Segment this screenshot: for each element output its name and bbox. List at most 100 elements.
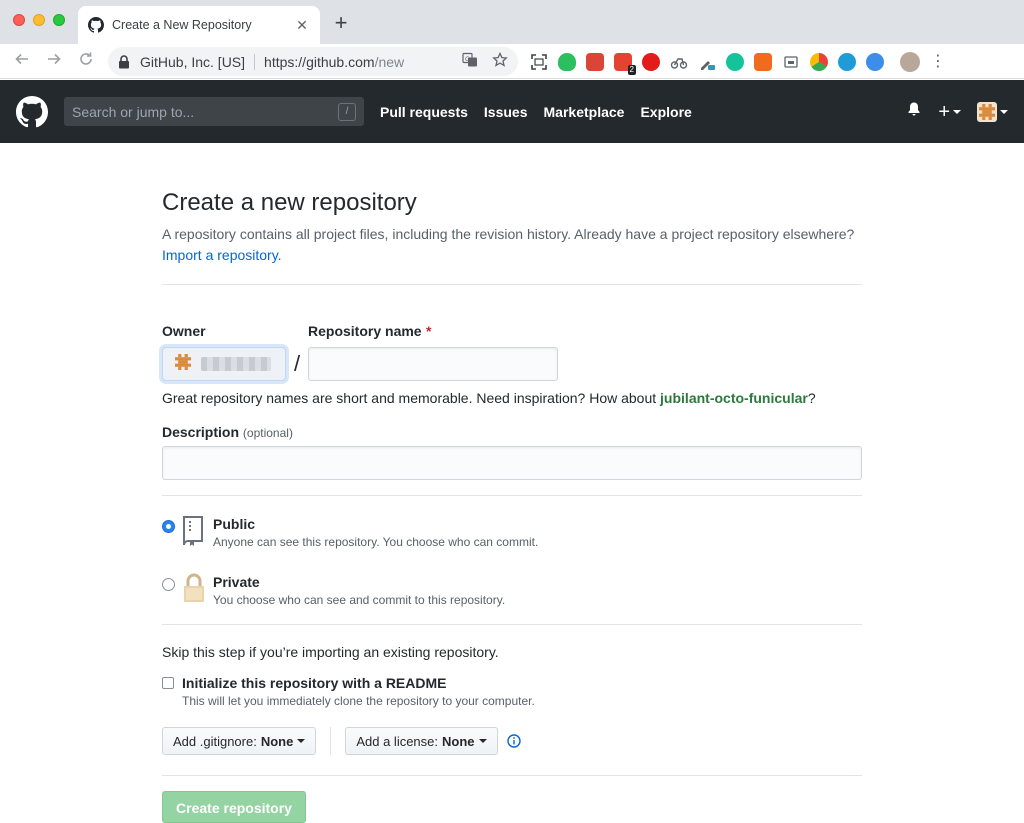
create-repository-button[interactable]: Create repository (162, 791, 306, 823)
visibility-private-option[interactable]: Private You choose who can see and commi… (162, 573, 862, 609)
required-mark: * (426, 323, 432, 339)
public-description: Anyone can see this repository. You choo… (213, 535, 539, 549)
page-title: Create a new repository (162, 189, 417, 216)
reload-icon[interactable] (76, 51, 96, 71)
bookmark-star-icon[interactable] (492, 51, 508, 71)
chrome-profile-avatar[interactable] (900, 52, 920, 72)
new-repository-form: Create a new repository A repository con… (162, 143, 862, 823)
tab-extension-icon[interactable] (782, 53, 800, 71)
search-input[interactable] (72, 103, 338, 120)
owner-name-redacted (201, 357, 271, 371)
forward-arrow-icon[interactable] (44, 51, 64, 71)
owner-select[interactable] (162, 347, 286, 381)
license-dropdown[interactable]: Add a license: None (345, 727, 498, 755)
notifications-bell-icon[interactable] (906, 101, 922, 122)
eyedropper-extension-icon[interactable] (698, 53, 716, 71)
nav-issues[interactable]: Issues (484, 104, 528, 120)
name-suggestion[interactable]: jubilant-octo-funicular (660, 390, 808, 406)
search-extension-icon[interactable] (866, 53, 884, 71)
github-search[interactable]: / (64, 97, 364, 126)
user-avatar (977, 101, 997, 122)
lock-icon (181, 573, 207, 605)
color-wheel-extension-icon[interactable] (810, 53, 828, 71)
cycling-extension-icon[interactable] (670, 53, 688, 71)
visibility-public-option[interactable]: Public Anyone can see this repository. Y… (162, 515, 862, 551)
caret-down-icon (297, 739, 306, 743)
template-dropdowns: Add .gitignore: None Add a license: None (162, 727, 862, 755)
gitignore-label: Add .gitignore: (173, 733, 257, 749)
mm-extension-icon[interactable] (838, 53, 856, 71)
owner-repo-separator: / (293, 351, 301, 376)
evernote-extension-icon[interactable] (558, 53, 576, 71)
plus-icon: + (938, 100, 950, 123)
user-menu-dropdown[interactable] (977, 101, 1008, 122)
owner-avatar (175, 353, 191, 375)
todoist-extension-icon[interactable]: 2 (614, 53, 636, 75)
address-bar[interactable]: GitHub, Inc. [US] https://github.com/new… (108, 47, 518, 76)
red-gift-extension-icon[interactable] (586, 53, 604, 71)
license-value: None (442, 733, 475, 749)
divider (162, 775, 862, 776)
description-label: Description (162, 424, 240, 440)
adblock-extension-icon[interactable] (642, 53, 660, 71)
divider (162, 624, 862, 625)
tab-close-icon[interactable]: ✕ (294, 17, 310, 34)
skip-note: Skip this step if you’re importing an ex… (162, 644, 499, 660)
screenshot-extension-icon[interactable] (530, 53, 548, 71)
repo-book-icon (181, 515, 207, 547)
window-maximize-button[interactable] (53, 14, 65, 26)
repository-name-label: Repository name (308, 323, 422, 339)
window-close-button[interactable] (13, 14, 25, 26)
window-minimize-button[interactable] (33, 14, 45, 26)
init-readme-title: Initialize this repository with a README (182, 675, 447, 691)
back-arrow-icon[interactable] (12, 51, 32, 71)
browser-tab[interactable]: Create a New Repository ✕ (78, 6, 320, 44)
github-logo-icon[interactable] (16, 95, 48, 128)
github-nav: Pull requests Issues Marketplace Explore (380, 104, 708, 120)
owner-label: Owner (162, 323, 206, 339)
orange-x-extension-icon[interactable] (754, 53, 772, 71)
site-identity: GitHub, Inc. [US] (140, 53, 246, 70)
url-path: /new (374, 53, 405, 70)
hint-text: Great repository names are short and mem… (162, 390, 657, 406)
init-readme-description: This will let you immediately clone the … (182, 694, 535, 708)
chrome-menu-icon[interactable]: ⋮ (930, 53, 946, 71)
import-repository-link[interactable]: Import a repository. (162, 247, 282, 263)
optional-label: (optional) (242, 426, 293, 440)
caret-down-icon (478, 739, 487, 743)
description-label-row: Description (optional) (162, 424, 862, 440)
caret-down-icon (1000, 109, 1008, 114)
nav-explore[interactable]: Explore (640, 104, 691, 120)
subtitle-text: A repository contains all project files,… (162, 226, 855, 242)
owner-repo-inputs: / (162, 347, 862, 381)
owner-repo-labels: Owner Repository name * (162, 323, 862, 341)
translate-icon[interactable]: G (462, 52, 478, 71)
browser-tabstrip: Create a New Repository ✕ + (0, 0, 1024, 44)
grammarly-extension-icon[interactable] (726, 53, 744, 71)
gitignore-value: None (260, 733, 294, 749)
public-radio[interactable] (162, 520, 175, 533)
lock-icon (118, 54, 130, 69)
create-new-dropdown[interactable]: + (938, 102, 961, 122)
search-shortcut-key: / (338, 102, 356, 121)
license-label: Add a license: (356, 733, 439, 749)
svg-text:G: G (465, 56, 470, 63)
extension-badge: 2 (627, 65, 636, 75)
init-readme-option[interactable]: Initialize this repository with a README… (162, 674, 862, 710)
new-tab-button[interactable]: + (330, 12, 352, 34)
gitignore-dropdown[interactable]: Add .gitignore: None (162, 727, 317, 755)
divider (162, 284, 862, 285)
nav-marketplace[interactable]: Marketplace (544, 104, 625, 120)
github-header: / Pull requests Issues Marketplace Explo… (0, 80, 1024, 143)
init-readme-checkbox[interactable] (162, 677, 174, 689)
url-host: https://github.com (264, 53, 375, 70)
description-input[interactable] (162, 446, 862, 480)
private-description: You choose who can see and commit to thi… (213, 593, 506, 607)
public-title: Public (213, 516, 256, 532)
github-favicon-icon (88, 17, 104, 33)
nav-pull-requests[interactable]: Pull requests (380, 104, 468, 120)
repository-name-input[interactable] (308, 347, 558, 381)
private-radio[interactable] (162, 578, 175, 591)
divider (162, 495, 862, 496)
info-icon[interactable] (506, 734, 521, 748)
